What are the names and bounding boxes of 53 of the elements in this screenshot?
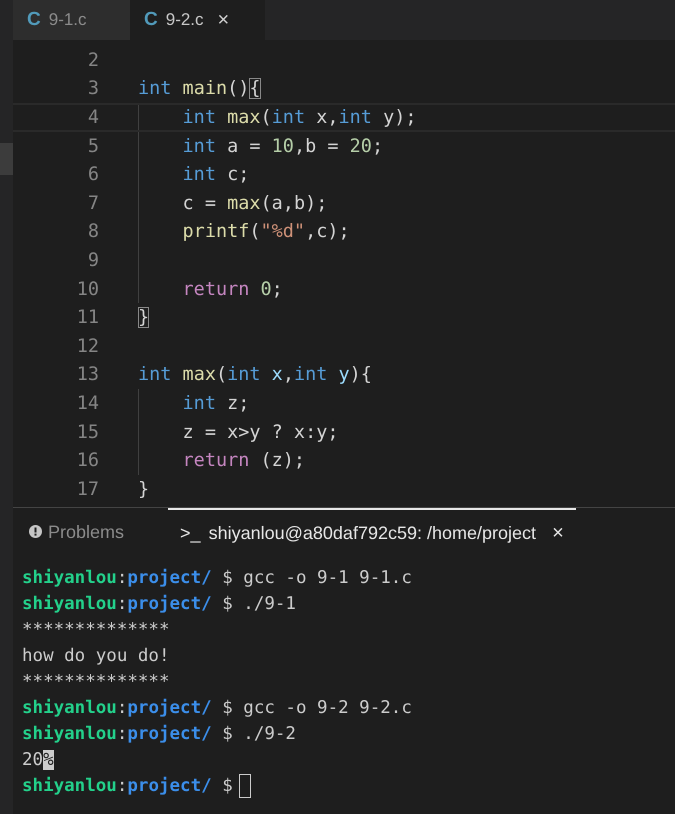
panel-tab[interactable]: >_ shiyanlou@a80daf792c59: /home/project × (168, 508, 576, 556)
close-icon[interactable]: × (552, 522, 564, 544)
terminal-line: shiyanlou:project/ $ gcc -o 9-1 9-1.c (22, 568, 412, 588)
code-line: c = max(a,b); (182, 192, 328, 214)
line-number: 12 (76, 336, 99, 357)
line-number: 13 (76, 364, 99, 386)
tab-label: shiyanlou@a80daf792c59: /home/project (208, 522, 536, 544)
terminal-icon: >_ (180, 522, 201, 544)
code-line: int max(int x,int y){ (138, 364, 372, 386)
code-line: } (138, 307, 150, 328)
line-number: 8 (86, 221, 99, 242)
code-line: return (z); (182, 450, 306, 472)
terminal-line: ************** (22, 620, 170, 640)
terminal-line: 20% (22, 750, 54, 770)
line-number: 3 (86, 78, 99, 100)
indent-guide (138, 105, 139, 130)
tab-label: 9-1.c (48, 10, 87, 30)
code-line: int a = 10,b = 20; (182, 136, 384, 157)
line-number: 14 (76, 392, 99, 414)
line-number: 6 (86, 164, 99, 186)
line-number: 10 (76, 278, 99, 300)
line-number: 7 (86, 192, 99, 214)
code-line: printf("%d",c); (182, 221, 350, 242)
terminal-line: ************** (22, 672, 170, 692)
terminal-line: shiyanlou:project/ $ gcc -o 9-2 9-2.c (22, 698, 412, 718)
line-number: 16 (76, 450, 99, 472)
terminal-line: how do you do! (22, 646, 170, 666)
panel-tab[interactable]: Problems (29, 508, 124, 556)
c-file-icon: C (27, 9, 41, 31)
c-file-icon: C (144, 9, 158, 31)
code-line: int z; (182, 392, 250, 414)
activity-marker (0, 143, 13, 175)
line-number: 11 (76, 307, 99, 328)
code-line: int main(){ (138, 78, 261, 100)
file-tab[interactable]: C 9-2.c × (130, 0, 265, 40)
code-line: int c; (182, 164, 250, 186)
terminal-line: shiyanlou:project/ $ (22, 776, 233, 796)
line-number: 15 (76, 422, 99, 443)
tab-label: Problems (48, 522, 124, 542)
code-line: z = x>y ? x:y; (182, 422, 338, 443)
line-number: 5 (86, 136, 99, 157)
line-number: 9 (86, 250, 99, 271)
line-number: 17 (76, 478, 99, 500)
file-tab[interactable]: C 9-1.c (13, 0, 130, 40)
code-line: } (138, 478, 150, 500)
code-line: int max(int x,int y); (182, 106, 416, 128)
line-number: 2 (86, 50, 99, 71)
close-icon[interactable]: × (218, 8, 230, 32)
terminal-line: shiyanlou:project/ $ ./9-2 (22, 724, 296, 744)
line-number: 4 (86, 106, 99, 128)
code-line: return 0; (182, 278, 283, 300)
terminal-line: shiyanlou:project/ $ ./9-1 (22, 594, 296, 614)
tab-label: 9-2.c (166, 10, 204, 30)
